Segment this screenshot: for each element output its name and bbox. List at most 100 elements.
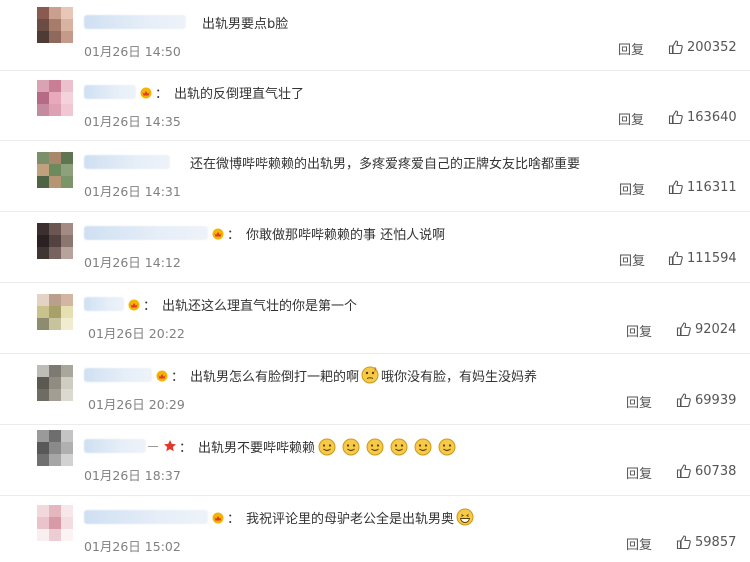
star-badge-icon [164, 440, 176, 452]
like-button[interactable]: 60738 [676, 463, 736, 479]
avatar-pixel [37, 92, 49, 104]
avatar-pixel [37, 377, 49, 389]
reply-button[interactable]: 回复 [626, 392, 652, 411]
avatar-pixel [61, 529, 73, 541]
comment-row: ： 你敢做那哔哔赖赖的事 还怕人说啊 01月26日 14:12 回复 11159… [0, 211, 750, 283]
reply-button[interactable]: 回复 [626, 534, 652, 553]
avatar-pixel [37, 529, 49, 541]
timestamp: 01月26日 14:31 [84, 184, 181, 199]
avatar-pixel [49, 389, 61, 401]
avatar[interactable] [37, 430, 73, 466]
reply-button[interactable]: 回复 [618, 109, 644, 128]
comment-row: 还在微博哔哔赖赖的出轨男，多疼爱疼爱自己的正牌女友比啥都重要 01月26日 14… [0, 140, 750, 212]
avatar-pixel [37, 7, 49, 19]
avatar-pixel [37, 80, 49, 92]
avatar-pixel [61, 294, 73, 306]
avatar-pixel [49, 92, 61, 104]
username-blurred[interactable] [84, 85, 136, 99]
avatar-pixel [61, 306, 73, 318]
reply-button[interactable]: 回复 [619, 250, 645, 269]
avatar-pixel [49, 318, 61, 330]
comment-text: 出轨的反倒理直气壮了 [174, 86, 305, 102]
smile-emoji-icon [366, 438, 384, 456]
avatar[interactable] [37, 294, 73, 330]
avatar-pixel [37, 454, 49, 466]
avatar-pixel [61, 19, 73, 31]
avatar-pixel [37, 430, 49, 442]
comment-text: 出轨男怎么有脸倒打一耙的啊 [190, 369, 360, 385]
like-button[interactable]: 111594 [668, 250, 737, 266]
avatar-pixel [49, 529, 61, 541]
avatar-pixel [61, 365, 73, 377]
like-count: 163640 [687, 109, 737, 125]
avatar-pixel [61, 80, 73, 92]
like-button[interactable]: 59857 [676, 534, 736, 550]
thumbs-up-icon [668, 251, 683, 266]
avatar-pixel [49, 430, 61, 442]
like-button[interactable]: 163640 [668, 109, 737, 125]
avatar-pixel [61, 152, 73, 164]
colon: ： [227, 511, 241, 527]
smile-emoji-icon [438, 438, 456, 456]
avatar-pixel [61, 104, 73, 116]
avatar-pixel [49, 19, 61, 31]
avatar-pixel [49, 7, 61, 19]
smile-emoji-icon [414, 438, 432, 456]
avatar-pixel [49, 365, 61, 377]
avatar-pixel [37, 235, 49, 247]
thumbs-up-icon [668, 180, 683, 195]
comment-row: ： 我祝评论里的母驴老公全是出轨男奥 01月26日 15:02 回复 59857 [0, 495, 750, 561]
avatar[interactable] [37, 152, 73, 188]
thumbs-up-icon [676, 393, 691, 408]
timestamp: 01月26日 20:22 [88, 326, 185, 341]
avatar-pixel [37, 365, 49, 377]
avatar[interactable] [37, 223, 73, 259]
comment-text: 出轨男要点b脸 [202, 16, 289, 32]
comment-row: ： 出轨的反倒理直气壮了 01月26日 14:35 回复 163640 [0, 70, 750, 141]
like-button[interactable]: 69939 [676, 392, 736, 408]
timestamp: 01月26日 18:37 [84, 468, 181, 483]
username-blurred[interactable] [84, 297, 124, 311]
username-blurred[interactable] [84, 439, 146, 453]
username-blurred[interactable] [84, 15, 186, 29]
reply-button[interactable]: 回复 [626, 463, 652, 482]
avatar-pixel [49, 442, 61, 454]
smile-emoji-icon [390, 438, 408, 456]
like-count: 69939 [695, 392, 737, 408]
username-blurred[interactable] [84, 510, 208, 524]
smile-emoji-icon [318, 438, 336, 456]
avatar-pixel [49, 223, 61, 235]
avatar-pixel [61, 247, 73, 259]
reply-button[interactable]: 回复 [619, 179, 645, 198]
username-blurred[interactable] [84, 226, 208, 240]
avatar[interactable] [37, 505, 73, 541]
crown-badge-icon [156, 370, 168, 382]
avatar-pixel [37, 223, 49, 235]
smile-emoji-icon [342, 438, 360, 456]
like-button[interactable]: 200352 [668, 39, 737, 55]
avatar-pixel [61, 377, 73, 389]
timestamp: 01月26日 14:50 [84, 44, 181, 59]
comment-text: 出轨还这么理直气壮的你是第一个 [162, 298, 358, 314]
avatar[interactable] [37, 7, 73, 43]
svg-text:?: ? [374, 367, 377, 374]
like-button[interactable]: 116311 [668, 179, 737, 195]
avatar-pixel [37, 318, 49, 330]
avatar-pixel [49, 104, 61, 116]
thumbs-up-icon [668, 110, 683, 125]
colon: ： [143, 298, 157, 314]
avatar-pixel [61, 442, 73, 454]
reply-button[interactable]: 回复 [618, 39, 644, 58]
reply-button[interactable]: 回复 [626, 321, 652, 340]
username-blurred[interactable] [84, 155, 170, 169]
like-button[interactable]: 92024 [676, 321, 736, 337]
username-blurred[interactable] [84, 368, 152, 382]
avatar-pixel [37, 152, 49, 164]
avatar[interactable] [37, 80, 73, 116]
avatar[interactable] [37, 365, 73, 401]
like-count: 111594 [687, 250, 737, 266]
avatar-pixel [37, 389, 49, 401]
like-count: 59857 [695, 534, 737, 550]
like-count: 200352 [687, 39, 737, 55]
avatar-pixel [37, 442, 49, 454]
